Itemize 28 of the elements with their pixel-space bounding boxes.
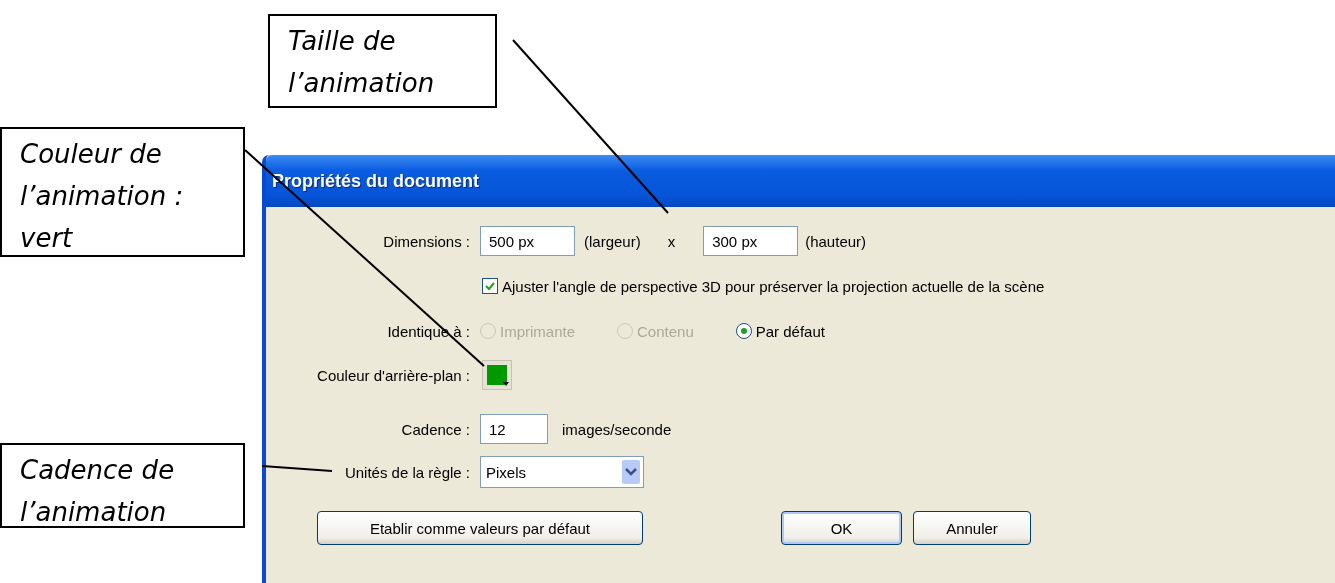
width-field[interactable]: 500 px xyxy=(480,226,575,256)
checkbox-label: Ajuster l'angle de perspective 3D pour préserver la projection actuelle de la scène xyxy=(502,277,1045,295)
height-field[interactable]: 300 px xyxy=(703,226,799,256)
callout-text: Cadence de l’animation xyxy=(20,454,175,526)
ok-button[interactable]: OK xyxy=(781,511,902,545)
field-label: Cadence : xyxy=(401,420,470,438)
units-dropdown[interactable]: Pixels xyxy=(480,456,644,488)
radio-label: Par défaut xyxy=(755,322,825,340)
callout-text: Couleur de l’animation : vert xyxy=(20,138,184,255)
radio-label: Imprimante xyxy=(500,322,576,340)
chevron-down-icon[interactable] xyxy=(622,460,640,484)
field-label: Couleur d'arrière-plan : xyxy=(317,366,470,384)
color-swatch[interactable] xyxy=(482,360,512,390)
frame-rate-field[interactable]: 12 xyxy=(480,414,548,444)
radio-button[interactable] xyxy=(735,323,752,339)
unit-label: (largeur) xyxy=(584,232,641,250)
field-label: Unités de la règle : xyxy=(344,463,470,481)
checkbox[interactable] xyxy=(482,278,498,294)
radio-label: Contenu xyxy=(637,322,694,340)
leader-line xyxy=(261,465,333,472)
times-sign: x xyxy=(667,232,676,250)
unit-label: (hauteur) xyxy=(805,232,867,250)
unit-label: images/seconde xyxy=(562,420,672,438)
field-label: Identique à : xyxy=(387,322,470,340)
field-label: Dimensions : xyxy=(383,232,470,250)
cancel-button[interactable]: Annuler xyxy=(913,511,1031,545)
callout-text: Taille de l’animation xyxy=(288,25,435,100)
set-defaults-button[interactable]: Etablir comme valeurs par défaut xyxy=(317,511,643,545)
